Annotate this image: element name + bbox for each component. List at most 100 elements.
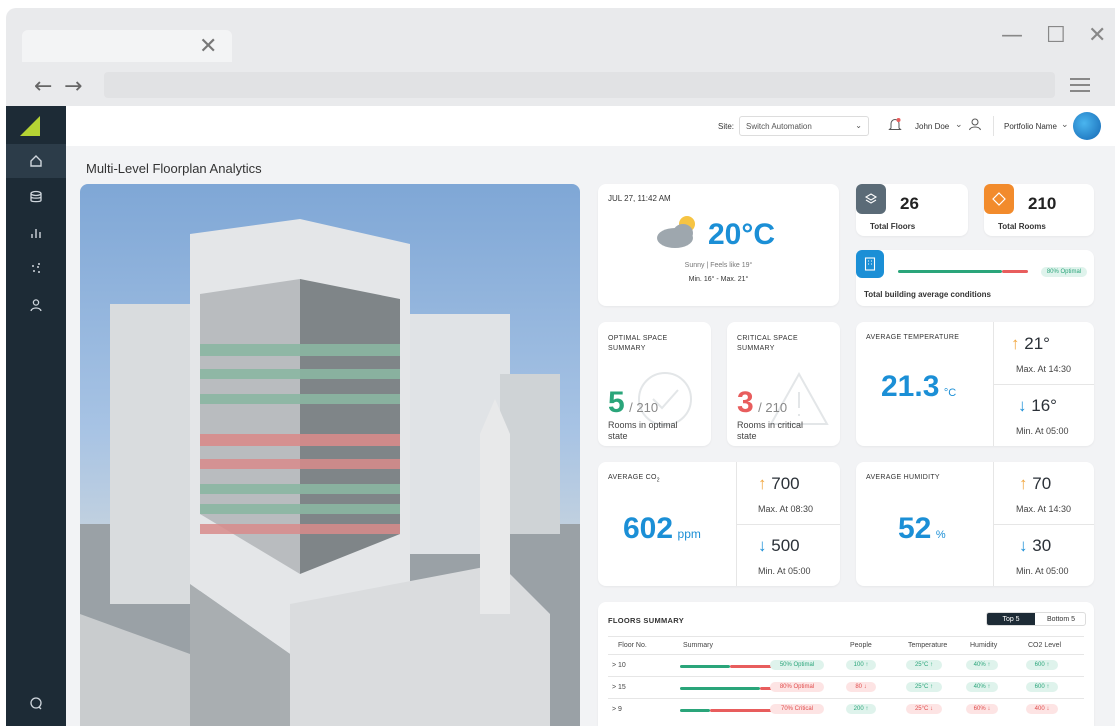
- browser-menu-icon[interactable]: [1070, 74, 1090, 96]
- user-icon[interactable]: [968, 117, 982, 136]
- row1-summary: 50% Optimal: [770, 660, 824, 670]
- top-bottom-toggle: Top 5 Bottom 5: [986, 612, 1086, 626]
- tab-close-icon[interactable]: ✕: [199, 35, 217, 57]
- avg-humidity-max-label: Max. At 14:30: [1016, 504, 1072, 514]
- avg-humidity-unit: %: [935, 529, 946, 541]
- critical-value: 3: [737, 386, 754, 419]
- row2-floor[interactable]: > 15: [612, 684, 626, 691]
- avg-co2-unit: ppm: [677, 527, 701, 541]
- back-icon[interactable]: ←: [34, 74, 52, 99]
- avg-co2-min-row: ↓ 500: [758, 536, 800, 556]
- total-rooms-label: Total Rooms: [998, 222, 1046, 231]
- row3-co2: 400 ↓: [1026, 704, 1058, 714]
- conditions-progress-bar: [898, 270, 1028, 274]
- address-bar[interactable]: [104, 72, 1055, 98]
- minimize-icon[interactable]: —: [1001, 24, 1023, 48]
- window-close-icon[interactable]: ✕: [1088, 24, 1106, 48]
- row1-floor[interactable]: > 10: [612, 662, 626, 669]
- forward-icon[interactable]: →: [64, 74, 82, 99]
- weather-description: Sunny | Feels like 19°: [684, 262, 753, 269]
- optimal-total: / 210: [629, 400, 659, 415]
- col-people[interactable]: People: [850, 642, 872, 649]
- users-icon[interactable]: [6, 288, 66, 322]
- col-humidity[interactable]: Humidity: [970, 642, 997, 649]
- critical-space-card: CRITICAL SPACE SUMMARY 3 / 210 Rooms in …: [727, 322, 840, 446]
- avatar[interactable]: [1073, 112, 1101, 140]
- avg-temp-min-row: ↓ 16°: [1018, 396, 1057, 416]
- bell-icon[interactable]: [888, 117, 902, 138]
- portfolio-name[interactable]: Portfolio Name: [1004, 122, 1057, 131]
- total-floors-card: 26 Total Floors: [856, 184, 968, 236]
- top-5-button[interactable]: Top 5: [987, 613, 1035, 625]
- arrow-down-icon: ↓: [758, 536, 767, 555]
- user-name[interactable]: John Doe: [915, 122, 949, 131]
- critical-total: / 210: [758, 400, 788, 415]
- optimal-desc: Rooms in optimal state: [608, 420, 678, 441]
- total-rooms-value: 210: [1028, 194, 1057, 213]
- logo: [20, 116, 40, 136]
- col-temperature[interactable]: Temperature: [908, 642, 947, 649]
- row2-co2: 600 ↑: [1026, 682, 1058, 692]
- row1-humidity: 40% ↑: [966, 660, 998, 670]
- building-icon: [856, 250, 884, 278]
- site-value: Switch Automation: [746, 122, 812, 131]
- building-conditions-card: 80% Optimal Total building average condi…: [856, 250, 1094, 306]
- conditions-critical-fill: [1002, 270, 1028, 273]
- avg-co2-title: AVERAGE CO: [608, 474, 657, 481]
- partly-sunny-icon: [653, 212, 703, 255]
- arrow-up-icon: ↑: [1019, 474, 1028, 493]
- avg-humidity-value-row: 52 %: [898, 512, 946, 546]
- critical-title: CRITICAL SPACE SUMMARY: [737, 335, 798, 352]
- avg-temp-max-row: ↑ 21°: [1011, 334, 1050, 354]
- avg-humidity-value: 52: [898, 512, 932, 545]
- avg-temp-max: 21°: [1024, 334, 1050, 353]
- sidebar: [6, 106, 66, 726]
- user-chevron-icon[interactable]: ⌄: [955, 119, 963, 130]
- col-summary[interactable]: Summary: [683, 642, 713, 649]
- top-bar: Site: Switch Automation ⌄ John Doe ⌄ Por…: [66, 106, 1115, 146]
- chat-icon[interactable]: [6, 686, 66, 720]
- row3-summary: 70% Critical: [770, 704, 824, 714]
- avg-humidity-min: 30: [1032, 536, 1052, 555]
- avg-humidity-max: 70: [1032, 474, 1052, 493]
- row3-floor[interactable]: > 9: [612, 706, 622, 713]
- average-humidity-card: AVERAGE HUMIDITY 52 % ↑ 70 Max. At 14:30…: [856, 462, 1094, 586]
- conditions-label: Total building average conditions: [864, 290, 991, 299]
- portfolio-chevron-icon[interactable]: ⌄: [1061, 119, 1069, 130]
- total-floors-label: Total Floors: [870, 222, 916, 231]
- avg-temp-value: 21.3: [881, 370, 940, 403]
- avg-temp-max-label: Max. At 14:30: [1016, 364, 1072, 374]
- avg-temp-unit: °C: [943, 387, 957, 399]
- avg-co2-title-sub: 2: [656, 477, 660, 484]
- avg-co2-max-row: ↑ 700: [758, 474, 800, 494]
- avg-temp-min-label: Min. At 05:00: [1016, 426, 1069, 436]
- row3-people: 200 ↑: [846, 704, 876, 714]
- avg-temp-title: AVERAGE TEMPERATURE: [866, 334, 960, 341]
- site-select[interactable]: Switch Automation ⌄: [739, 116, 869, 136]
- browser-window: ✕ — ☐ ✕ ← → Site: Switch Automation ⌄ Jo…: [6, 8, 1115, 726]
- row2-temp: 25°C ↑: [906, 682, 942, 692]
- optimal-value-row: 5 / 210: [608, 386, 658, 420]
- scatter-icon[interactable]: [6, 252, 66, 286]
- arrow-down-icon: ↓: [1019, 536, 1028, 555]
- row2-people: 80 ↓: [846, 682, 876, 692]
- home-icon[interactable]: [6, 144, 66, 178]
- total-rooms-card: 210 Total Rooms: [984, 184, 1094, 236]
- average-co2-card: AVERAGE CO2 602 ppm ↑ 700 Max. At 08:30 …: [598, 462, 840, 586]
- critical-desc: Rooms in critical state: [737, 420, 804, 441]
- building-3d-view[interactable]: [80, 184, 580, 726]
- avg-temp-min: 16°: [1031, 396, 1057, 415]
- bar-chart-icon[interactable]: [6, 216, 66, 250]
- bottom-5-button[interactable]: Bottom 5: [1035, 613, 1085, 625]
- maximize-icon[interactable]: ☐: [1046, 24, 1066, 48]
- avg-co2-value: 602: [623, 512, 674, 545]
- room-icon: [984, 184, 1014, 214]
- col-co2[interactable]: CO2 Level: [1028, 642, 1061, 649]
- row2-humidity: 40% ↑: [966, 682, 998, 692]
- optimal-title: OPTIMAL SPACE SUMMARY: [608, 335, 668, 352]
- database-icon[interactable]: [6, 180, 66, 214]
- col-floor-no[interactable]: Floor No.: [618, 642, 647, 649]
- avg-co2-max: 700: [771, 474, 800, 493]
- avg-co2-title-row: AVERAGE CO2: [608, 474, 660, 483]
- weather-card: JUL 27, 11:42 AM 20°C Sunny | Feels like…: [598, 184, 839, 306]
